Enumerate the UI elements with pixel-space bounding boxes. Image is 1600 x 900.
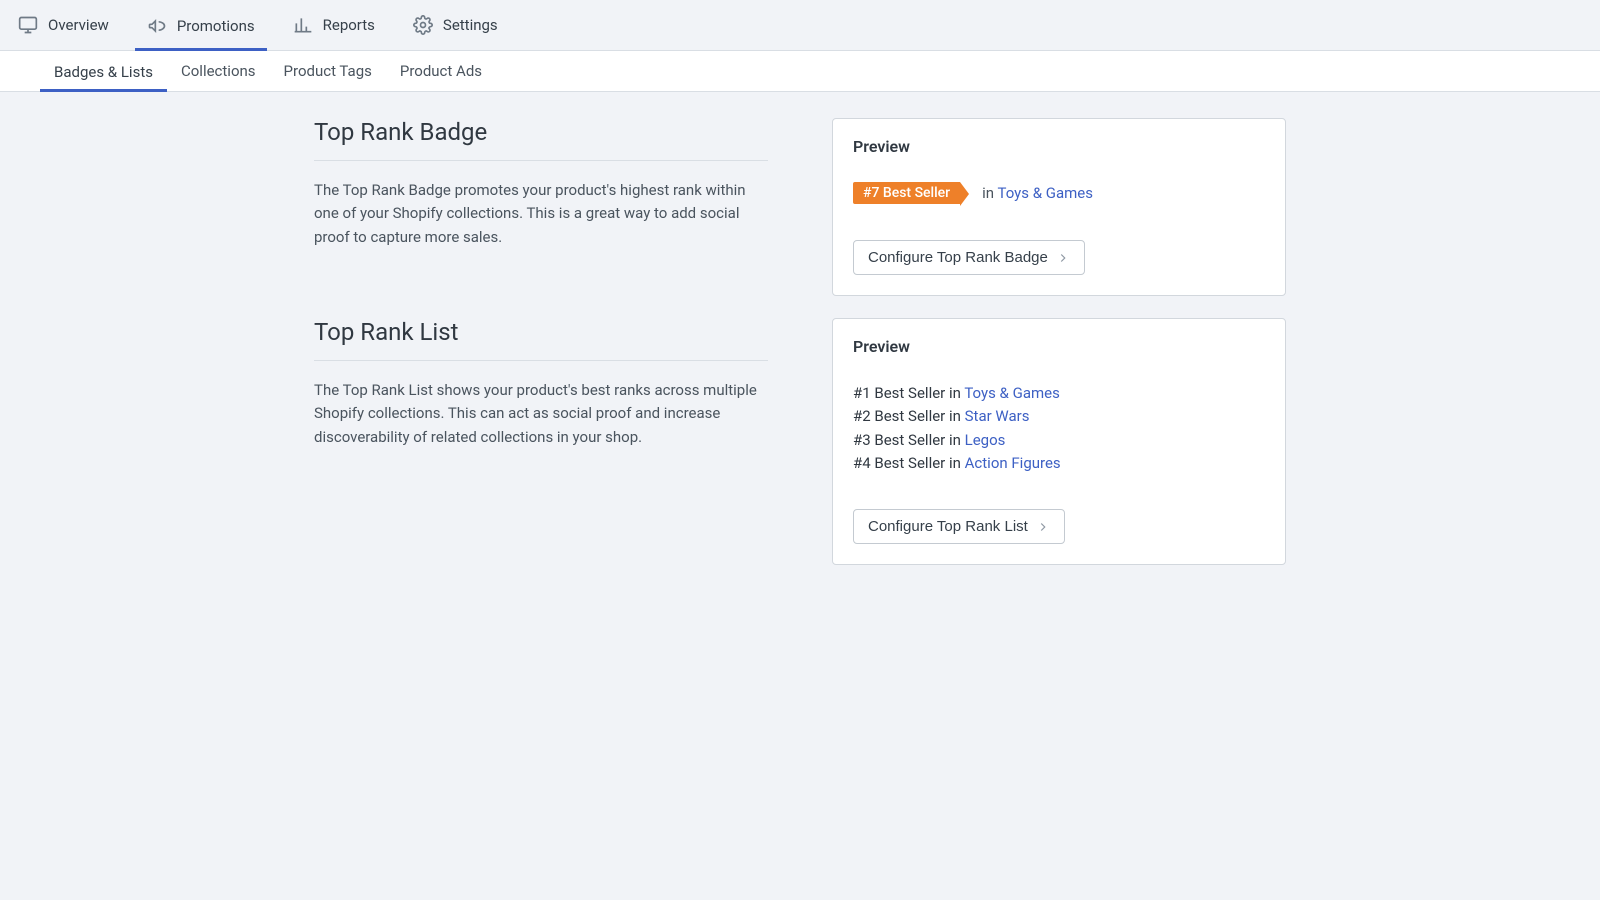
section-title: Top Rank List bbox=[314, 318, 768, 361]
chevron-right-icon bbox=[1036, 520, 1050, 534]
rank-prefix: #1 Best Seller in bbox=[853, 384, 964, 402]
main-content: Top Rank Badge The Top Rank Badge promot… bbox=[0, 92, 1600, 565]
topbar-item-promotions[interactable]: Promotions bbox=[135, 0, 267, 51]
badge-collection-link[interactable]: Toys & Games bbox=[998, 184, 1094, 202]
button-label: Configure Top Rank List bbox=[868, 518, 1028, 535]
rank-list-item: #3 Best Seller in Legos bbox=[853, 429, 1265, 452]
topbar-item-settings[interactable]: Settings bbox=[401, 0, 510, 50]
subbar-item-label: Badges & Lists bbox=[54, 63, 153, 81]
rank-collection-link[interactable]: Star Wars bbox=[965, 407, 1030, 425]
subbar-item-product-tags[interactable]: Product Tags bbox=[270, 51, 386, 91]
topbar-item-label: Overview bbox=[48, 16, 109, 34]
section-description: The Top Rank Badge promotes your product… bbox=[314, 179, 768, 249]
configure-badge-button[interactable]: Configure Top Rank Badge bbox=[853, 240, 1085, 275]
topbar-item-label: Settings bbox=[443, 16, 498, 34]
button-label: Configure Top Rank Badge bbox=[868, 249, 1048, 266]
gear-icon bbox=[413, 15, 433, 35]
subbar-item-label: Product Ads bbox=[400, 62, 482, 80]
rank-collection-link[interactable]: Legos bbox=[965, 431, 1006, 449]
in-word: in bbox=[982, 184, 994, 202]
list-preview-card: Preview #1 Best Seller in Toys & Games #… bbox=[832, 318, 1286, 565]
topbar-item-label: Reports bbox=[323, 16, 375, 34]
monitor-icon bbox=[18, 15, 38, 35]
rank-collection-link[interactable]: Toys & Games bbox=[964, 384, 1060, 402]
section-top-rank-list: Top Rank List The Top Rank List shows yo… bbox=[0, 318, 1600, 565]
section-top-rank-badge: Top Rank Badge The Top Rank Badge promot… bbox=[0, 118, 1600, 296]
section-title: Top Rank Badge bbox=[314, 118, 768, 161]
rank-list-item: #2 Best Seller in Star Wars bbox=[853, 405, 1265, 428]
rank-prefix: #2 Best Seller in bbox=[853, 407, 965, 425]
subbar-item-label: Collections bbox=[181, 62, 256, 80]
rank-collection-link[interactable]: Action Figures bbox=[965, 454, 1061, 472]
topbar-item-overview[interactable]: Overview bbox=[6, 0, 121, 50]
megaphone-icon bbox=[147, 16, 167, 36]
chevron-right-icon bbox=[1056, 251, 1070, 265]
rank-list: #1 Best Seller in Toys & Games #2 Best S… bbox=[853, 382, 1265, 475]
topbar: Overview Promotions Reports Settings bbox=[0, 0, 1600, 51]
rank-badge: #7 Best Seller bbox=[853, 182, 960, 204]
badge-suffix: in Toys & Games bbox=[982, 184, 1093, 202]
topbar-item-label: Promotions bbox=[177, 17, 255, 35]
topbar-item-reports[interactable]: Reports bbox=[281, 0, 387, 50]
subbar-item-label: Product Tags bbox=[284, 62, 372, 80]
section-description: The Top Rank List shows your product's b… bbox=[314, 379, 768, 449]
rank-prefix: #3 Best Seller in bbox=[853, 431, 965, 449]
subbar-item-product-ads[interactable]: Product Ads bbox=[386, 51, 496, 91]
subbar: Badges & Lists Collections Product Tags … bbox=[0, 51, 1600, 92]
bar-chart-icon bbox=[293, 15, 313, 35]
subbar-item-collections[interactable]: Collections bbox=[167, 51, 270, 91]
subbar-item-badges-lists[interactable]: Badges & Lists bbox=[40, 51, 167, 92]
card-title: Preview bbox=[853, 137, 1265, 156]
rank-list-item: #4 Best Seller in Action Figures bbox=[853, 452, 1265, 475]
badge-preview: #7 Best Seller in Toys & Games bbox=[853, 182, 1265, 204]
card-title: Preview bbox=[853, 337, 1265, 356]
rank-prefix: #4 Best Seller in bbox=[853, 454, 965, 472]
configure-list-button[interactable]: Configure Top Rank List bbox=[853, 509, 1065, 544]
badge-preview-card: Preview #7 Best Seller in Toys & Games C… bbox=[832, 118, 1286, 296]
rank-list-item: #1 Best Seller in Toys & Games bbox=[853, 382, 1265, 405]
